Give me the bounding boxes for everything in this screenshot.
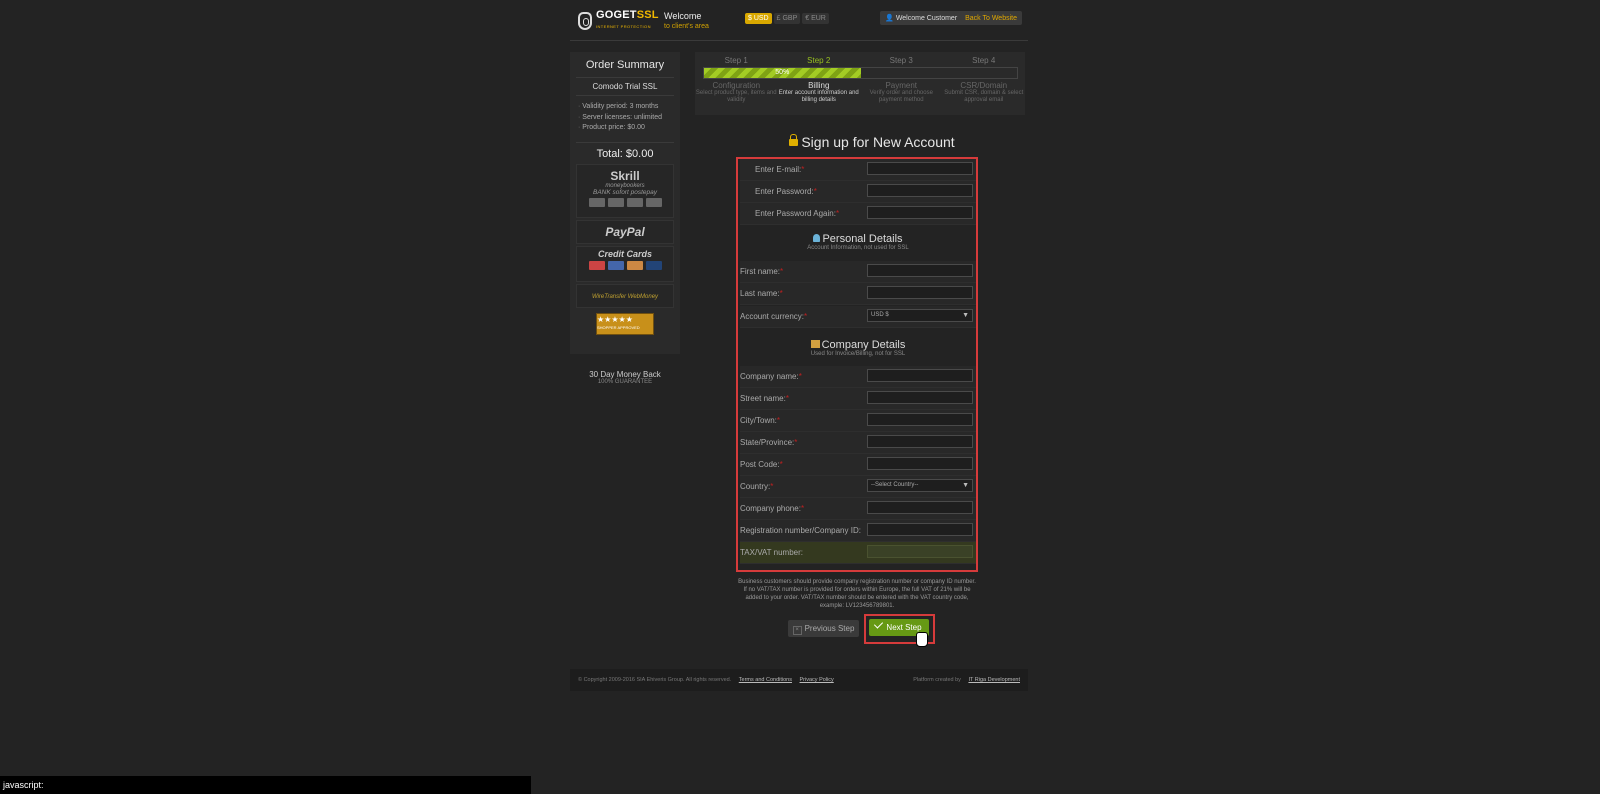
city-row: City/Town:* <box>740 410 976 432</box>
close-icon: × <box>792 626 802 635</box>
first-name-field[interactable] <box>867 264 973 277</box>
payment-methods: Skrill moneybookers BANK sofort postepay… <box>570 162 680 340</box>
lock-icon <box>789 134 799 146</box>
state-row: State/Province:* <box>740 432 976 454</box>
product-specs: Validity period: 3 months Server license… <box>578 102 680 134</box>
last-name-field[interactable] <box>867 286 973 299</box>
platform-credit: Platform created by <box>913 677 961 683</box>
logo[interactable]: GOGETSSL INTERNET PROTECTION <box>578 10 659 32</box>
account-currency-select[interactable]: USD $ ▼ <box>867 309 973 322</box>
welcome-text: Welcome to client's area <box>664 11 709 31</box>
step-configuration: Configuration Select product type, items … <box>695 81 777 103</box>
spec-price: Product price: $0.00 <box>578 123 680 134</box>
registration-number-row: Registration number/Company ID: <box>740 520 976 542</box>
checkout-steps: Step 1 Step 2 Step 3 Step 4 50% Configur… <box>695 52 1025 115</box>
currency-usd[interactable]: $ USD <box>745 13 772 24</box>
password-again-field[interactable] <box>867 206 973 219</box>
vat-number-row: TAX/VAT number: <box>740 542 976 564</box>
country-row: Country:* --Select Country-- ▼ <box>740 476 976 498</box>
company-details-header: Company Details Used for Invoice/Billing… <box>810 339 906 357</box>
copyright: © Copyright 2009-2016 SIA Ehiveris Group… <box>578 677 732 683</box>
progress-bar: 50% <box>703 67 1018 79</box>
dropdown-arrow-icon: ▼ <box>962 482 969 489</box>
shopper-approved-seal[interactable]: ★★★★★ SHOPPER APPROVED <box>596 313 654 335</box>
currency-gbp[interactable]: £ GBP <box>773 13 801 24</box>
password-field[interactable] <box>867 184 973 197</box>
currency-switcher: $ USD £ GBP € EUR <box>745 13 829 24</box>
step-billing: Billing Enter account information and bil… <box>778 81 859 103</box>
user-box: 👤 Welcome Customer Back To Website <box>880 11 1022 25</box>
paypal-logo: PayPal <box>576 220 674 244</box>
step-3-label: Step 3 <box>889 56 913 65</box>
hand-cursor-icon <box>916 632 928 647</box>
dropdown-arrow-icon: ▼ <box>962 312 969 319</box>
vat-note: Business customers should provide compan… <box>738 579 976 609</box>
password-row: Enter Password:* <box>740 181 976 203</box>
step-csr-domain: CSR/Domain Submit CSR, domain & select ap… <box>944 81 1024 103</box>
spec-validity: Validity period: 3 months <box>578 102 680 113</box>
email-row: Enter E-mail:* <box>740 159 976 181</box>
state-field[interactable] <box>867 435 973 448</box>
back-to-website-link[interactable]: Back To Website <box>965 15 1017 22</box>
skrill-logo: Skrill moneybookers BANK sofort postepay <box>576 164 674 218</box>
form-title: Sign up for New Account <box>707 134 1037 150</box>
order-summary-sidebar: Order Summary Comodo Trial SSL Validity … <box>570 52 680 354</box>
header: GOGETSSL INTERNET PROTECTION Welcome to … <box>570 0 1028 41</box>
privacy-link[interactable]: Privacy Policy <box>800 677 834 683</box>
personal-details-header: Personal Details Account Information, no… <box>807 233 909 251</box>
money-back-guarantee: 30 Day Money Back 100% GUARANTEE <box>589 370 661 385</box>
last-name-row: Last name:* <box>740 283 976 305</box>
company-phone-row: Company phone:* <box>740 498 976 520</box>
previous-step-button[interactable]: × Previous Step <box>788 620 859 637</box>
step-payment: Payment Verify order and choose payment m… <box>869 81 933 103</box>
user-icon: 👤 <box>885 15 894 22</box>
step-1-label: Step 1 <box>724 56 748 65</box>
currency-eur[interactable]: € EUR <box>802 13 829 24</box>
product-name: Comodo Trial SSL <box>576 77 674 96</box>
post-code-field[interactable] <box>867 457 973 470</box>
progress-fill: 50% <box>704 68 861 78</box>
signup-form: Enter E-mail:* Enter Password:* Enter Pa… <box>736 157 978 572</box>
password-again-row: Enter Password Again:* <box>740 203 976 225</box>
lock-logo-icon <box>578 12 592 30</box>
terms-link[interactable]: Terms and Conditions <box>739 677 792 683</box>
check-icon <box>874 619 884 629</box>
company-phone-field[interactable] <box>867 501 973 514</box>
welcome-customer[interactable]: Welcome Customer <box>896 15 957 22</box>
company-icon <box>810 340 820 348</box>
order-summary-title: Order Summary <box>585 59 665 71</box>
it-riga-link[interactable]: IT Riga Development <box>968 677 1020 683</box>
person-icon <box>813 234 821 242</box>
city-field[interactable] <box>867 413 973 426</box>
registration-number-field[interactable] <box>867 523 973 536</box>
spec-licenses: Server licenses: unlimited <box>578 113 680 124</box>
account-currency-row: Account currency:* USD $ ▼ <box>740 306 976 328</box>
street-row: Street name:* <box>740 388 976 410</box>
wiretransfer-webmoney-logo: WireTransfer WebMoney <box>576 284 674 308</box>
email-field[interactable] <box>867 162 973 175</box>
street-name-field[interactable] <box>867 391 973 404</box>
credit-cards-logo: Credit Cards <box>576 246 674 282</box>
step-4-label: Step 4 <box>972 56 996 65</box>
first-name-row: First name:* <box>740 261 976 283</box>
next-step-highlight: Next Step <box>864 614 935 647</box>
order-total: Total: $0.00 <box>576 141 674 160</box>
company-name-row: Company name:* <box>740 366 976 388</box>
vat-number-field[interactable] <box>867 545 973 558</box>
step-2-label: Step 2 <box>807 56 831 65</box>
country-select[interactable]: --Select Country-- ▼ <box>867 479 973 492</box>
browser-status-bar: javascript: <box>0 776 531 794</box>
company-name-field[interactable] <box>867 369 973 382</box>
footer: © Copyright 2009-2016 SIA Ehiveris Group… <box>570 669 1028 691</box>
post-code-row: Post Code:* <box>740 454 976 476</box>
